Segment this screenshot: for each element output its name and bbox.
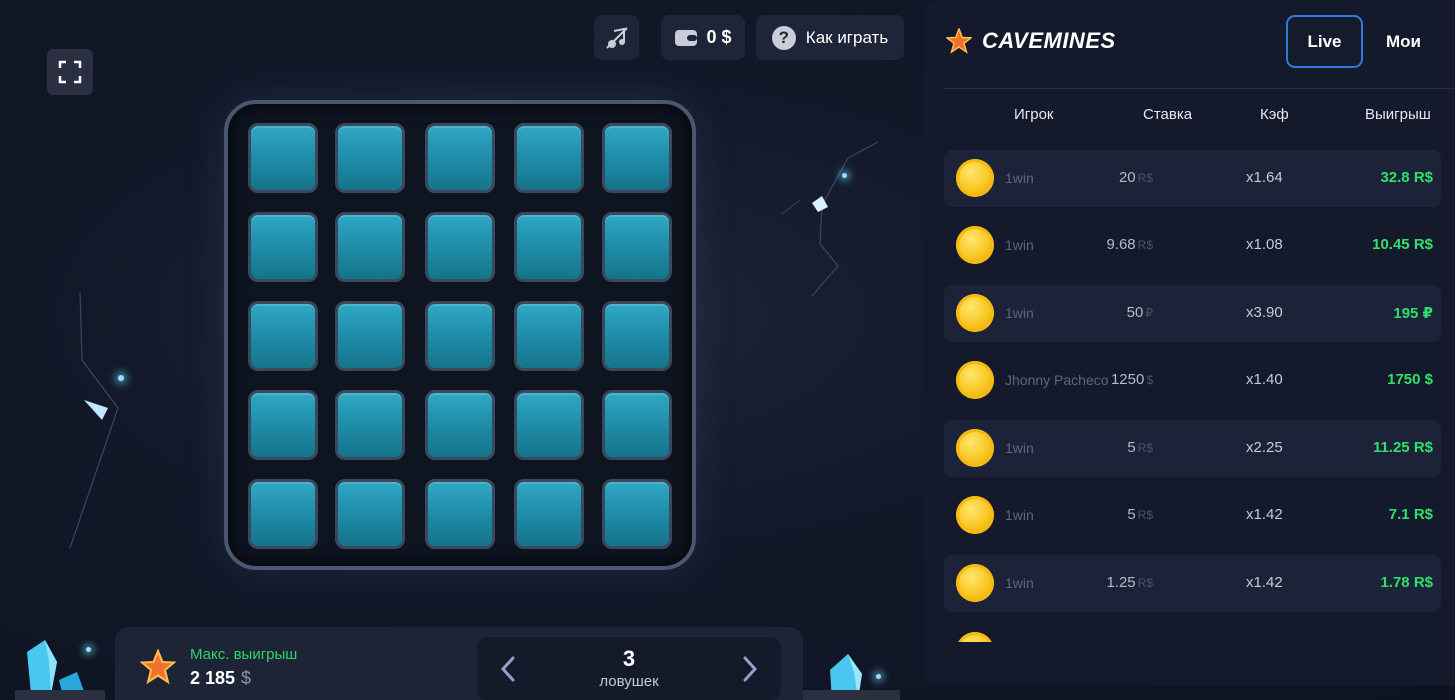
coefficient: x1.42 [1246, 574, 1283, 591]
mine-tile[interactable] [335, 479, 405, 549]
fullscreen-button[interactable] [47, 49, 93, 95]
crystal-decoration-left [15, 640, 105, 700]
mine-tile[interactable] [602, 212, 672, 282]
win-amount: 7.1 R$ [1388, 506, 1433, 523]
sound-off-icon [605, 26, 628, 49]
bet-row: 1win 1.25 R$ x1.42 1.78 R$ [944, 555, 1441, 612]
crystal-decoration-right [800, 654, 900, 700]
divider [944, 88, 1455, 89]
coefficient: x1.64 [1246, 169, 1283, 186]
player-name: 1win [1005, 237, 1034, 253]
player-name: 1win [1005, 440, 1034, 456]
column-header-win: Выигрыш [1365, 106, 1431, 123]
mine-tile[interactable] [602, 479, 672, 549]
bet-amount: 9.68 R$ [1106, 236, 1153, 253]
player-name: 1win [1005, 575, 1034, 591]
mine-tile[interactable] [514, 123, 584, 193]
logo-text: CAVEMINES [982, 28, 1116, 53]
column-header-player: Игрок [1014, 106, 1054, 123]
coin-avatar-icon [956, 361, 994, 399]
coefficient: x1.40 [1246, 371, 1283, 388]
player-name: Jhonny Pacheco [1005, 372, 1109, 388]
coin-avatar-icon [956, 226, 994, 264]
how-to-play-label: Как играть [805, 27, 889, 47]
mine-tile[interactable] [248, 301, 318, 371]
win-amount: 32.8 R$ [1380, 169, 1433, 186]
sound-toggle-button[interactable] [594, 15, 639, 60]
bets-sidebar: CAVEMINES Live Мои Игрок Ставка Кэф Выиг… [924, 0, 1455, 685]
bet-amount: 5 R$ [1127, 439, 1153, 456]
win-amount: 1.78 R$ [1380, 574, 1433, 591]
bets-list[interactable]: 1win 20 R$ x1.64 32.8 R$ 1win 9.68 R$ x1.08 10.45… [944, 150, 1441, 642]
coin-avatar-icon [956, 564, 994, 602]
player-name: 1win [1005, 507, 1034, 523]
mine-tile[interactable] [335, 301, 405, 371]
mine-tile[interactable] [248, 479, 318, 549]
mine-tile[interactable] [602, 390, 672, 460]
coin-avatar-icon [956, 496, 994, 534]
bet-panel: Макс. выигрыш 2 185 $ 3 ловушек [115, 627, 803, 700]
bet-amount: 20 R$ [1118, 169, 1153, 186]
bet-amount: 1.25 R$ [1106, 574, 1153, 591]
tab-mine[interactable]: Мои [1365, 15, 1442, 68]
mine-tile[interactable] [248, 123, 318, 193]
column-header-bet: Ставка [1143, 106, 1193, 123]
win-amount: 195 ₽ [1393, 305, 1433, 322]
bet-row: 1win 50 ₽ x3.90 195 ₽ [944, 285, 1441, 342]
balance-value: 0 $ [706, 27, 732, 47]
bet-amount: 1250 $ [1110, 371, 1153, 388]
coefficient: x2.25 [1246, 439, 1283, 456]
mine-grid [224, 100, 696, 570]
mine-tile[interactable] [335, 390, 405, 460]
coefficient: x1.42 [1246, 506, 1283, 523]
question-icon: ? [771, 25, 796, 50]
coefficient: x3.90 [1246, 304, 1283, 321]
mine-tile[interactable] [425, 301, 495, 371]
mine-tile[interactable] [514, 479, 584, 549]
star-icon [140, 649, 176, 685]
mine-tile[interactable] [248, 212, 318, 282]
max-win-value: 2 185 $ [190, 668, 252, 688]
mine-tile[interactable] [425, 212, 495, 282]
mine-tile[interactable] [514, 390, 584, 460]
coin-avatar-icon [956, 632, 994, 642]
coin-avatar-icon [956, 159, 994, 197]
wallet-icon [675, 29, 698, 46]
bet-row: 1win 20 R$ x1.64 32.8 R$ [944, 150, 1441, 207]
mine-tile[interactable] [248, 390, 318, 460]
bet-row: 1win 5 R$ x1.42 7.1 R$ [944, 487, 1441, 544]
balance-button[interactable]: 0 $ [661, 15, 745, 60]
win-amount: 11.25 R$ [1372, 439, 1433, 456]
column-header-coef: Кэф [1260, 106, 1289, 123]
win-amount: 10.45 R$ [1372, 236, 1433, 253]
bet-row: 1win 9.68 R$ x1.08 10.45 R$ [944, 217, 1441, 274]
bet-amount: 5 R$ [1127, 506, 1153, 523]
coin-avatar-icon [956, 294, 994, 332]
mine-tile[interactable] [602, 123, 672, 193]
mine-tile[interactable] [425, 390, 495, 460]
player-name: 1win [1005, 305, 1034, 321]
mine-tile[interactable] [335, 212, 405, 282]
mine-tile[interactable] [425, 123, 495, 193]
bet-row: Jhonny Pacheco 1250 $ x1.40 1750 $ [944, 352, 1441, 409]
bet-amount: 50 ₽ [1126, 304, 1153, 321]
tab-live[interactable]: Live [1286, 15, 1363, 68]
logo-star-icon [946, 28, 972, 54]
fullscreen-icon [58, 60, 82, 84]
mine-tile[interactable] [335, 123, 405, 193]
max-win-label: Макс. выигрыш [190, 646, 298, 663]
coefficient: x1.08 [1246, 236, 1283, 253]
traps-selector: 3 ловушек [477, 637, 781, 700]
chevron-right-icon[interactable] [735, 655, 763, 683]
mine-tile[interactable] [514, 301, 584, 371]
coin-avatar-icon [956, 429, 994, 467]
player-name: 1win [1005, 170, 1034, 186]
win-amount: 1750 $ [1387, 371, 1433, 388]
bet-row: 1win 5 R$ x2.25 11.25 R$ [944, 420, 1441, 477]
mine-tile[interactable] [602, 301, 672, 371]
mine-tile[interactable] [514, 212, 584, 282]
game-area: 0 $ ? Как играть Макс. выигрыш 2 185 $ 3 … [0, 0, 922, 700]
mine-tile[interactable] [425, 479, 495, 549]
how-to-play-button[interactable]: ? Как играть [756, 15, 904, 60]
